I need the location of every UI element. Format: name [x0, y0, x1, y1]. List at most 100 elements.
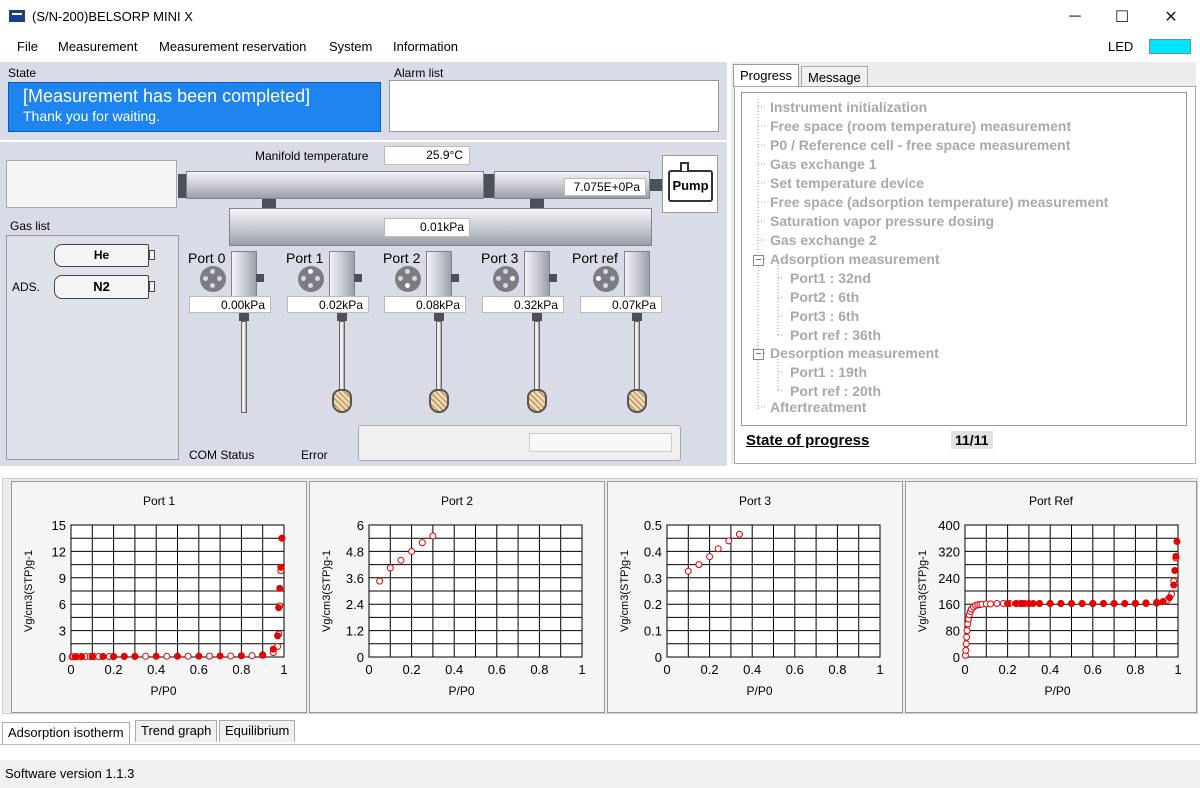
x-tick-label: 0.2	[999, 662, 1017, 677]
adsorption-point	[993, 600, 1001, 608]
close-button[interactable]: ✕	[1148, 0, 1194, 34]
tree-item[interactable]: Desorption measurement	[770, 345, 939, 361]
desorption-point	[1036, 600, 1044, 608]
ads-label: ADS.	[12, 280, 41, 294]
tab-progress[interactable]: Progress	[733, 64, 800, 87]
gas-he-nozzle-icon	[149, 250, 155, 260]
port-1-pressure: 0.02kPa	[287, 296, 369, 313]
pump-button[interactable]: Pump	[668, 170, 713, 202]
adsorption-point	[963, 633, 971, 641]
gas-n2-button[interactable]: N2	[54, 275, 149, 299]
y-tick-label: 6	[357, 518, 364, 533]
connector	[451, 274, 459, 282]
y-tick-label: 12	[52, 544, 66, 559]
port-2-sample-cell-icon	[429, 389, 449, 413]
adsorption-point	[418, 539, 426, 547]
state-of-progress-label: State of progress	[746, 432, 870, 449]
chart-port-1-plot: 0 0.2 0.4 0.6 0.8 1 0 3 6 9 12 15 P/P0 Vg/cm3(STP)g-1	[23, 518, 288, 698]
title-bar: (S/N-200)BELSORP MINI X ─ ☐ ✕	[0, 0, 1200, 34]
adsorption-point	[684, 567, 692, 575]
x-tick-label: 0.2	[105, 662, 123, 677]
desorption-point	[1131, 600, 1139, 608]
port-1-valve-body	[329, 251, 355, 297]
tree-item[interactable]: Port ref : 20th	[790, 383, 881, 399]
port-0-valve-icon	[200, 266, 226, 292]
y-tick-label: 6	[59, 597, 66, 612]
software-version: Software version 1.1.3	[5, 766, 135, 781]
y-tick-label: 0.5	[644, 518, 662, 533]
desorption-point	[120, 652, 128, 660]
desorption-point	[1121, 600, 1129, 608]
tree-item[interactable]: Instrument initialization	[770, 99, 927, 115]
y-tick-label: 0	[953, 650, 960, 665]
tree-item[interactable]: Port3 : 6th	[790, 308, 859, 324]
desorption-point	[88, 653, 96, 661]
port-1-label: Port 1	[286, 250, 324, 266]
maximize-button[interactable]: ☐	[1099, 0, 1145, 34]
tree-item[interactable]: P0 / Reference cell - free space measure…	[770, 137, 1070, 153]
tree-item[interactable]: Port ref : 36th	[790, 327, 881, 343]
desorption-point	[1110, 600, 1118, 608]
desorption-point	[276, 584, 284, 592]
window-title: (S/N-200)BELSORP MINI X	[32, 9, 193, 24]
x-tick-label: 0.2	[701, 662, 719, 677]
adsorption-point	[376, 577, 384, 585]
x-tick-label: 1	[1174, 662, 1181, 677]
collapse-adsorption-icon[interactable]: −	[753, 255, 764, 266]
minimize-button[interactable]: ─	[1052, 0, 1098, 34]
tree-item[interactable]: Port1 : 19th	[790, 364, 867, 380]
port-ref-sample-cell-icon	[627, 389, 647, 413]
x-axis-label: P/P0	[448, 684, 474, 698]
desorption-point	[1078, 600, 1086, 608]
y-tick-label: 0	[655, 650, 662, 665]
menu-system[interactable]: System	[329, 39, 372, 54]
connector	[632, 313, 642, 321]
alarm-list[interactable]	[389, 80, 719, 132]
tree-item[interactable]: Aftertreatment	[770, 399, 866, 415]
y-tick-label: 0.4	[644, 544, 662, 559]
collapse-desorption-icon[interactable]: −	[753, 349, 764, 360]
manifold-pressure-value: 0.01kPa	[384, 218, 470, 237]
tree-item[interactable]: Set temperature device	[770, 175, 924, 191]
desorption-point	[1153, 599, 1161, 607]
pump-pressure-value: 7.075E+0Pa	[564, 178, 646, 196]
tree-item[interactable]: Adsorption measurement	[770, 251, 940, 267]
x-tick-label: 0.6	[190, 662, 208, 677]
desorption-point	[259, 651, 267, 659]
tree-item[interactable]: Gas exchange 1	[770, 156, 877, 172]
tree-item[interactable]: Free space (adsorption temperature) meas…	[770, 194, 1108, 210]
tree-item[interactable]: Free space (room temperature) measuremen…	[770, 118, 1071, 134]
manifold-temperature-value: 25.9°C	[384, 146, 470, 165]
port-3-valve-icon	[493, 266, 519, 292]
tree-item[interactable]: Port1 : 32nd	[790, 270, 871, 286]
error-label: Error	[301, 448, 328, 462]
gas-he-button[interactable]: He	[54, 244, 149, 267]
connector	[532, 313, 542, 321]
error-field	[529, 433, 672, 452]
menu-information[interactable]: Information	[393, 39, 458, 54]
port-3-tube	[534, 321, 540, 393]
adsorption-point	[429, 532, 437, 540]
tab-adsorption-isotherm[interactable]: Adsorption isotherm	[2, 722, 130, 744]
desorption-point	[1172, 552, 1180, 560]
menu-measurement-reservation[interactable]: Measurement reservation	[159, 39, 306, 54]
port-2-valve-icon	[395, 266, 421, 292]
x-tick-label: 0.2	[403, 662, 421, 677]
x-tick-label: 0	[663, 662, 670, 677]
desorption-point	[99, 652, 107, 660]
tab-equilibrium[interactable]: Equilibrium	[219, 720, 296, 742]
tree-item[interactable]: Saturation vapor pressure dosing	[770, 213, 994, 229]
tree-item[interactable]: Gas exchange 2	[770, 232, 877, 248]
desorption-point	[71, 653, 79, 661]
tab-trend-graph[interactable]: Trend graph	[135, 720, 218, 742]
connector	[354, 274, 362, 282]
connector	[434, 313, 444, 321]
desorption-point	[195, 652, 203, 660]
tree-item[interactable]: Port2 : 6th	[790, 289, 859, 305]
menu-measurement[interactable]: Measurement	[58, 39, 137, 54]
menu-file[interactable]: File	[17, 39, 38, 54]
x-tick-label: 0.4	[743, 662, 761, 677]
tab-message[interactable]: Message	[801, 66, 868, 87]
desorption-point	[1057, 600, 1065, 608]
x-tick-label: 0.8	[828, 662, 846, 677]
